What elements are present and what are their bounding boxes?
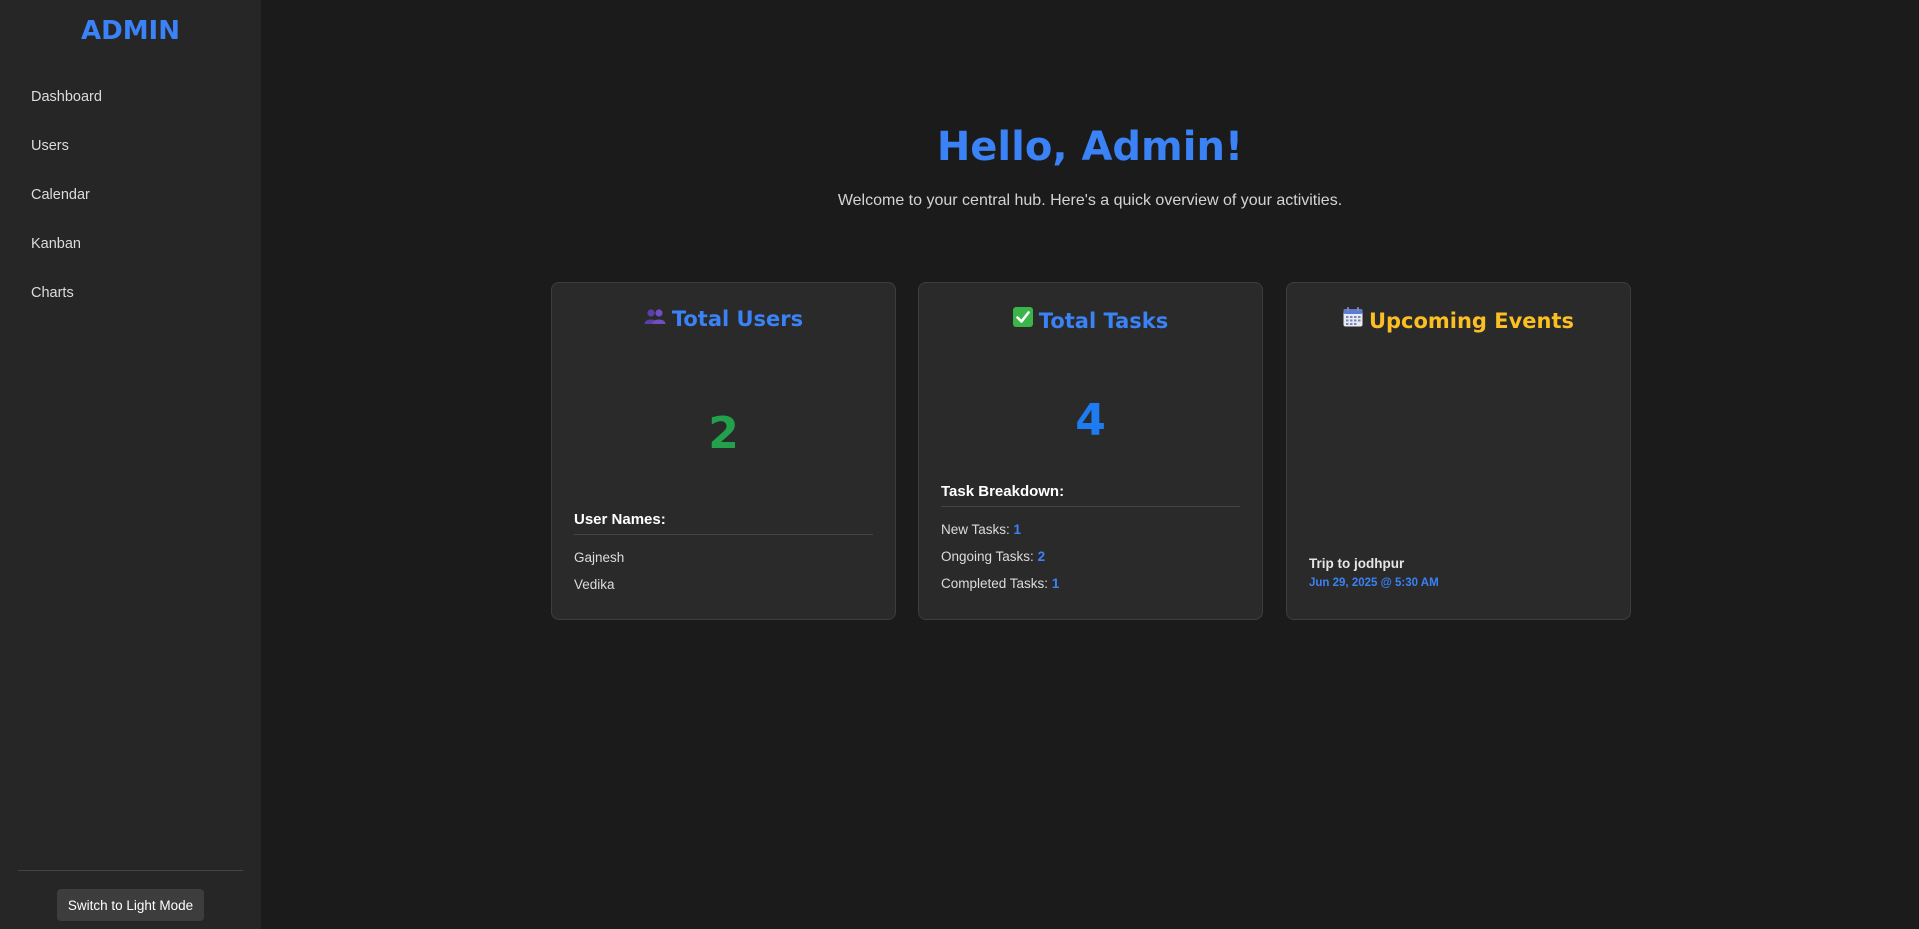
theme-toggle-button[interactable]: Switch to Light Mode [57, 889, 204, 921]
list-item: Gajnesh [574, 550, 625, 565]
card-title-users-text: Total Users [671, 307, 804, 331]
sidebar-item-dashboard[interactable]: Dashboard [0, 80, 261, 129]
task-breakdown-heading: Task Breakdown: [941, 483, 1240, 507]
sidebar-item-charts[interactable]: Charts [0, 276, 261, 325]
sidebar-item-calendar[interactable]: Calendar [0, 178, 261, 227]
card-title-tasks-text: Total Tasks [1038, 309, 1169, 333]
sidebar-divider [18, 870, 243, 871]
task-value: 1 [1013, 522, 1022, 537]
upcoming-events-card: Upcoming Events Trip to jodhpur Jun 29, … [1286, 282, 1631, 620]
task-label: Ongoing Tasks: [941, 549, 1034, 564]
card-title-users: Total Users [552, 307, 895, 331]
total-tasks-count: 4 [1075, 395, 1106, 446]
total-users-count: 2 [708, 408, 739, 459]
list-item: Vedika [574, 577, 615, 592]
users-icon [644, 307, 666, 330]
page-title: Hello, Admin! [936, 124, 1244, 170]
event-date: Jun 29, 2025 @ 5:30 AM [1309, 577, 1439, 589]
calendar-icon [1343, 307, 1363, 332]
task-value: 2 [1037, 549, 1046, 564]
task-value: 1 [1051, 576, 1060, 591]
sidebar-item-kanban[interactable]: Kanban [0, 227, 261, 276]
task-label: Completed Tasks: [941, 576, 1049, 591]
user-names-heading: User Names: [574, 511, 873, 535]
card-title-events-text: Upcoming Events [1368, 309, 1575, 333]
card-title-tasks: Total Tasks [919, 307, 1262, 333]
sidebar-item-users[interactable]: Users [0, 129, 261, 178]
task-breakdown-row: Completed Tasks: 1 [941, 576, 1059, 591]
task-breakdown-row: Ongoing Tasks: 2 [941, 549, 1045, 564]
total-users-card: Total Users 2 User Names: Gajnesh Vedika [551, 282, 896, 620]
task-label: New Tasks: [941, 522, 1010, 537]
checkbox-icon [1012, 307, 1033, 332]
card-title-events: Upcoming Events [1287, 307, 1630, 333]
total-tasks-card: Total Tasks 4 Task Breakdown: New Tasks:… [918, 282, 1263, 620]
event-title[interactable]: Trip to jodhpur [1309, 556, 1404, 571]
sidebar: ADMIN Dashboard Users Calendar Kanban Ch… [0, 0, 261, 929]
sidebar-nav: Dashboard Users Calendar Kanban Charts [0, 80, 261, 325]
brand-logo[interactable]: ADMIN [0, 16, 261, 46]
page-subtitle: Welcome to your central hub. Here's a qu… [837, 192, 1343, 209]
task-breakdown-row: New Tasks: 1 [941, 522, 1021, 537]
